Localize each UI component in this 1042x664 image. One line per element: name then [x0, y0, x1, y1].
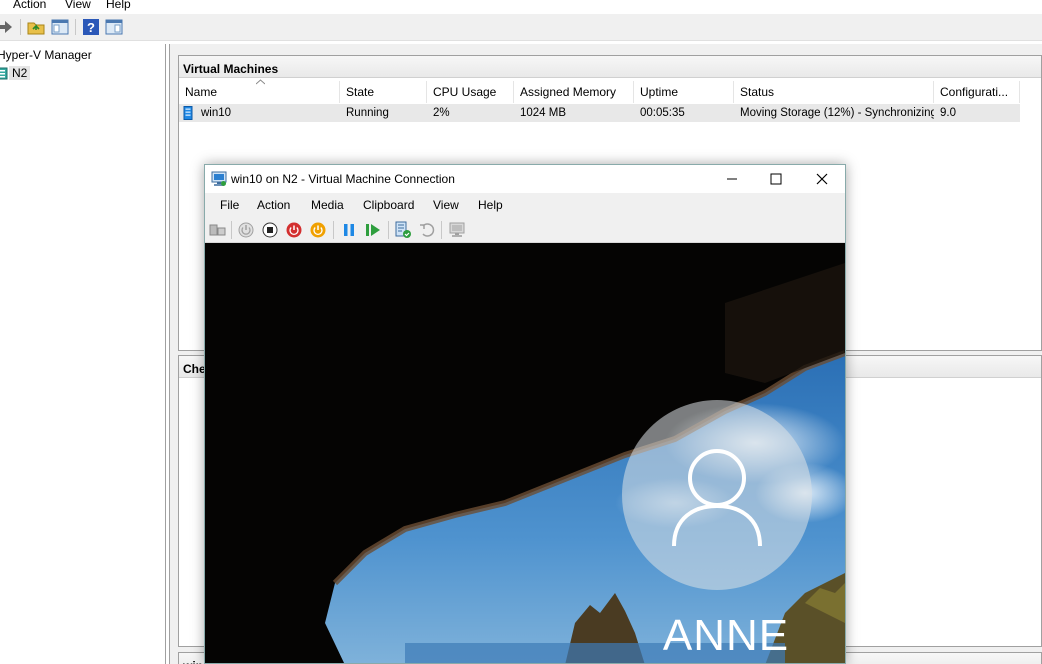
user-avatar [622, 400, 812, 590]
up-folder-icon[interactable] [27, 18, 45, 36]
column-cpu-usage[interactable]: CPU Usage [427, 81, 514, 103]
tree-item-hyper-v-manager[interactable]: Hyper-V Manager [0, 47, 92, 63]
menu-help[interactable]: Help [478, 198, 503, 212]
menu-file[interactable]: File [220, 198, 239, 212]
menu-action[interactable]: Action [13, 0, 46, 11]
toolbar-separator [20, 19, 21, 35]
cell-configuration: 9.0 [934, 104, 1020, 122]
ctrl-alt-del-icon[interactable] [209, 221, 227, 239]
server-icon [0, 67, 8, 80]
menu-action[interactable]: Action [257, 198, 290, 212]
vm-title-bar[interactable]: win10 on N2 - Virtual Machine Connection [205, 165, 845, 193]
menu-media[interactable]: Media [311, 198, 344, 212]
vm-display[interactable] [205, 243, 845, 663]
menu-view[interactable]: View [65, 0, 91, 11]
start-icon[interactable] [237, 221, 255, 239]
menu-help[interactable]: Help [106, 0, 131, 11]
column-name[interactable]: Name [179, 81, 340, 103]
help-icon[interactable]: ? [82, 18, 100, 36]
column-status[interactable]: Status [734, 81, 934, 103]
close-button[interactable] [799, 165, 845, 193]
window-title: win10 on N2 - Virtual Machine Connection [231, 172, 455, 186]
tree-label: N2 [9, 66, 31, 80]
minimize-button[interactable] [709, 165, 755, 193]
vm-toolbar [205, 217, 845, 243]
revert-icon[interactable] [418, 221, 436, 239]
show-hide-action-pane-icon[interactable] [105, 18, 123, 36]
menu-clipboard[interactable]: Clipboard [363, 198, 414, 212]
vm-connection-window: win10 on N2 - Virtual Machine Connection… [204, 164, 846, 664]
cell-state: Running [340, 104, 427, 122]
column-assigned-memory[interactable]: Assigned Memory [514, 81, 634, 103]
forward-arrow-icon[interactable] [0, 18, 14, 36]
mmc-toolbar: ? [0, 14, 1042, 41]
vm-icon [183, 106, 193, 120]
pause-icon[interactable] [340, 221, 358, 239]
turn-off-icon[interactable] [261, 221, 279, 239]
console-tree: Hyper-V Manager N2 [0, 44, 166, 664]
toolbar-separator [388, 221, 389, 239]
column-state[interactable]: State [340, 81, 427, 103]
mmc-menubar: Action View Help [0, 0, 1042, 14]
reset-icon[interactable] [364, 221, 382, 239]
save-state-icon[interactable] [309, 221, 327, 239]
toolbar-separator [333, 221, 334, 239]
toolbar-separator [75, 19, 76, 35]
column-uptime[interactable]: Uptime [634, 81, 734, 103]
cell-assigned-memory: 1024 MB [514, 104, 634, 122]
panel-title: Virtual Machines [179, 56, 1041, 78]
column-configuration[interactable]: Configurati... [934, 81, 1020, 103]
vm-name: win10 [201, 107, 232, 119]
menu-view[interactable]: View [433, 198, 459, 212]
enhanced-session-icon[interactable] [448, 221, 466, 239]
cell-name: win10 [179, 104, 340, 122]
tree-label: Hyper-V Manager [0, 48, 92, 62]
user-icon [672, 449, 762, 547]
vm-connection-icon [211, 171, 227, 186]
cell-uptime: 00:05:35 [634, 104, 734, 122]
tree-item-server[interactable]: N2 [0, 65, 31, 81]
show-hide-console-tree-icon[interactable] [51, 18, 69, 36]
cell-cpu-usage: 2% [427, 104, 514, 122]
checkpoint-icon[interactable] [394, 221, 412, 239]
lock-screen-username: ANNE [662, 611, 790, 660]
toolbar-separator [231, 221, 232, 239]
toolbar-separator [441, 221, 442, 239]
svg-text:?: ? [87, 20, 95, 35]
cell-status: Moving Storage (12%) - Synchronizing... [734, 104, 934, 122]
vm-menubar: File Action Media Clipboard View Help [205, 193, 845, 217]
shut-down-icon[interactable] [285, 221, 303, 239]
maximize-button[interactable] [753, 165, 799, 193]
